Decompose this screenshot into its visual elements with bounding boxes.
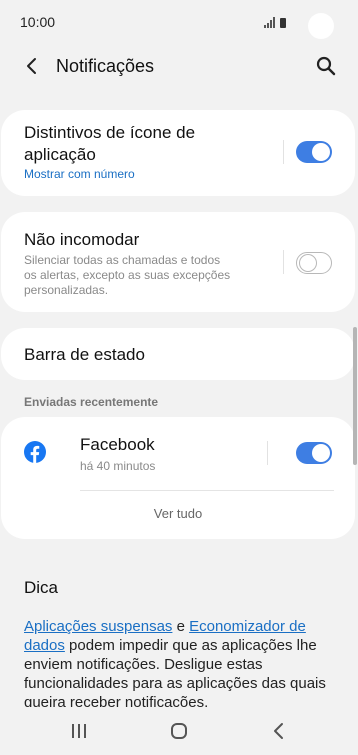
facebook-toggle[interactable] <box>296 442 332 464</box>
badges-toggle[interactable] <box>296 141 332 163</box>
search-icon[interactable] <box>314 54 338 78</box>
status-bar-setting-title: Barra de estado <box>24 345 145 364</box>
tip-text: Aplicações suspensas e Economizador de d… <box>24 618 326 707</box>
badges-subtitle: Mostrar com número <box>24 167 135 181</box>
badges-title: Distintivos de ícone de aplicação <box>24 123 196 164</box>
app-row-facebook[interactable]: Facebook há 40 minutos <box>1 417 355 487</box>
dnd-card[interactable]: Não incomodar Silenciar todas as chamada… <box>1 212 355 312</box>
toggle-knob <box>312 444 330 462</box>
recent-card: Facebook há 40 minutos Ver tudo <box>1 417 355 539</box>
app-divider <box>267 441 268 465</box>
dnd-toggle[interactable] <box>296 252 332 274</box>
recents-icon[interactable] <box>67 719 91 743</box>
signal-icon <box>264 16 276 28</box>
status-bar-card[interactable]: Barra de estado <box>1 328 355 380</box>
badges-divider <box>283 140 284 164</box>
badges-card[interactable]: Distintivos de ícone de aplicação Mostra… <box>1 110 355 196</box>
tip-title: Dica <box>24 578 59 597</box>
facebook-icon <box>24 441 46 463</box>
home-icon[interactable] <box>167 719 191 743</box>
dnd-divider <box>283 250 284 274</box>
app-header: Notificações <box>0 44 358 92</box>
recent-section-label: Enviadas recentemente <box>24 395 159 409</box>
battery-icon <box>280 18 286 28</box>
status-time: 10:00 <box>20 14 56 30</box>
dnd-description: Silenciar todas as chamadas e todos os a… <box>24 253 231 297</box>
camera-cutout <box>308 13 334 39</box>
app-name: Facebook <box>80 435 155 454</box>
back-arrow-icon[interactable] <box>20 54 44 78</box>
row-divider <box>80 490 334 491</box>
page-title: Notificações <box>56 56 155 76</box>
toggle-knob <box>298 253 317 272</box>
app-time: há 40 minutos <box>80 459 156 473</box>
navigation-bar <box>0 707 358 755</box>
dnd-title: Não incomodar <box>24 230 140 249</box>
status-icons <box>264 15 286 33</box>
scrollbar[interactable] <box>353 327 357 465</box>
suspended-apps-link[interactable]: Aplicações suspensas <box>24 618 172 635</box>
back-icon[interactable] <box>267 719 291 743</box>
see-all-button[interactable]: Ver tudo <box>1 506 355 521</box>
toggle-knob <box>312 143 330 161</box>
status-bar: 10:00 <box>0 0 358 44</box>
